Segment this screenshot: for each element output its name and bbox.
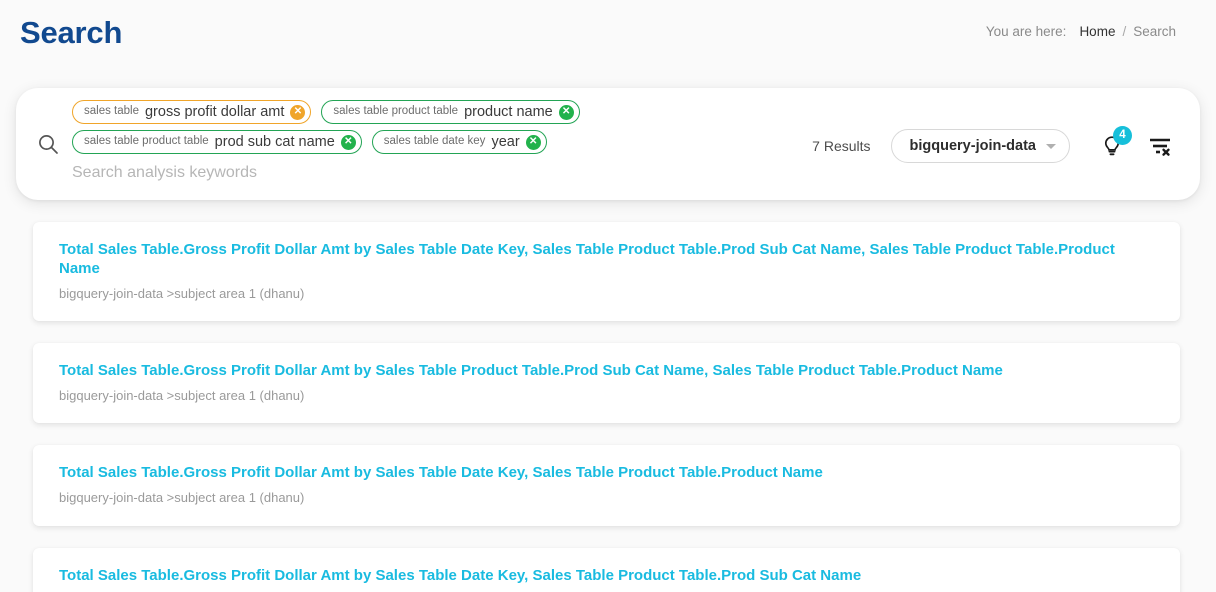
chip-label: year xyxy=(491,133,520,150)
chip-label: prod sub cat name xyxy=(214,133,335,150)
suggestions-button[interactable]: 4 xyxy=(1092,126,1132,166)
close-circle-icon[interactable]: ✕ xyxy=(558,104,574,120)
search-page: Search You are here: Home / Search sales… xyxy=(0,0,1216,592)
result-card[interactable]: Total Sales Table.Gross Profit Dollar Am… xyxy=(33,343,1180,424)
search-results-list: Total Sales Table.Gross Profit Dollar Am… xyxy=(0,222,1216,592)
search-chip[interactable]: sales table gross profit dollar amt ✕ xyxy=(72,100,312,124)
chip-prefix: sales table product table xyxy=(333,105,459,118)
close-circle-icon[interactable]: ✕ xyxy=(290,104,306,120)
close-circle-icon[interactable]: ✕ xyxy=(340,134,356,150)
search-chip[interactable]: sales table product table product name ✕ xyxy=(321,100,580,124)
search-chip[interactable]: sales table product table prod sub cat n… xyxy=(72,130,362,154)
filter-clear-icon xyxy=(1150,138,1170,156)
result-subtitle: bigquery-join-data >subject area 1 (dhan… xyxy=(59,490,305,506)
results-count: 7 Results xyxy=(812,138,871,154)
result-subtitle: bigquery-join-data >subject area 1 (dhan… xyxy=(59,285,305,301)
result-card[interactable]: Total Sales Table.Gross Profit Dollar Am… xyxy=(33,445,1180,526)
source-select[interactable]: bigquery-join-data xyxy=(890,129,1070,163)
breadcrumb-current-search: Search xyxy=(1133,23,1176,39)
chip-prefix: sales table xyxy=(84,105,139,118)
chip-label: product name xyxy=(464,103,553,120)
page-header: Search You are here: Home / Search xyxy=(0,0,1216,62)
search-body: sales table gross profit dollar amt ✕ sa… xyxy=(72,88,812,200)
suggestions-badge: 4 xyxy=(1113,126,1132,145)
result-card[interactable]: Total Sales Table.Gross Profit Dollar Am… xyxy=(33,547,1180,592)
result-title[interactable]: Total Sales Table.Gross Profit Dollar Am… xyxy=(59,241,1154,279)
search-icon[interactable] xyxy=(16,133,72,155)
search-panel: sales table gross profit dollar amt ✕ sa… xyxy=(16,88,1200,200)
search-chip[interactable]: sales table date key year ✕ xyxy=(371,130,547,154)
breadcrumb-prefix: You are here: xyxy=(985,23,1067,39)
close-circle-icon[interactable]: ✕ xyxy=(525,134,541,150)
result-subtitle: bigquery-join-data >subject area 1 (dhan… xyxy=(59,387,305,403)
search-input[interactable] xyxy=(72,164,672,182)
result-title[interactable]: Total Sales Table.Gross Profit Dollar Am… xyxy=(59,464,1154,483)
chip-prefix: sales table date key xyxy=(383,135,486,148)
source-select-label: bigquery-join-data xyxy=(909,138,1036,154)
chip-label: gross profit dollar amt xyxy=(144,103,285,120)
breadcrumb: You are here: Home / Search xyxy=(986,24,1176,39)
result-title[interactable]: Total Sales Table.Gross Profit Dollar Am… xyxy=(59,567,1154,586)
breadcrumb-separator: / xyxy=(1122,23,1127,39)
clear-filters-button[interactable] xyxy=(1140,126,1180,166)
search-panel-controls: 7 Results bigquery-join-data 4 xyxy=(812,90,1200,202)
breadcrumb-link-home[interactable]: Home xyxy=(1073,24,1115,39)
result-title[interactable]: Total Sales Table.Gross Profit Dollar Am… xyxy=(59,362,1154,381)
page-title: Search xyxy=(20,14,123,50)
chevron-down-icon xyxy=(1046,143,1056,149)
result-card[interactable]: Total Sales Table.Gross Profit Dollar Am… xyxy=(33,222,1180,322)
chip-prefix: sales table product table xyxy=(84,135,209,148)
search-chip-list: sales table gross profit dollar amt ✕ sa… xyxy=(72,100,812,154)
